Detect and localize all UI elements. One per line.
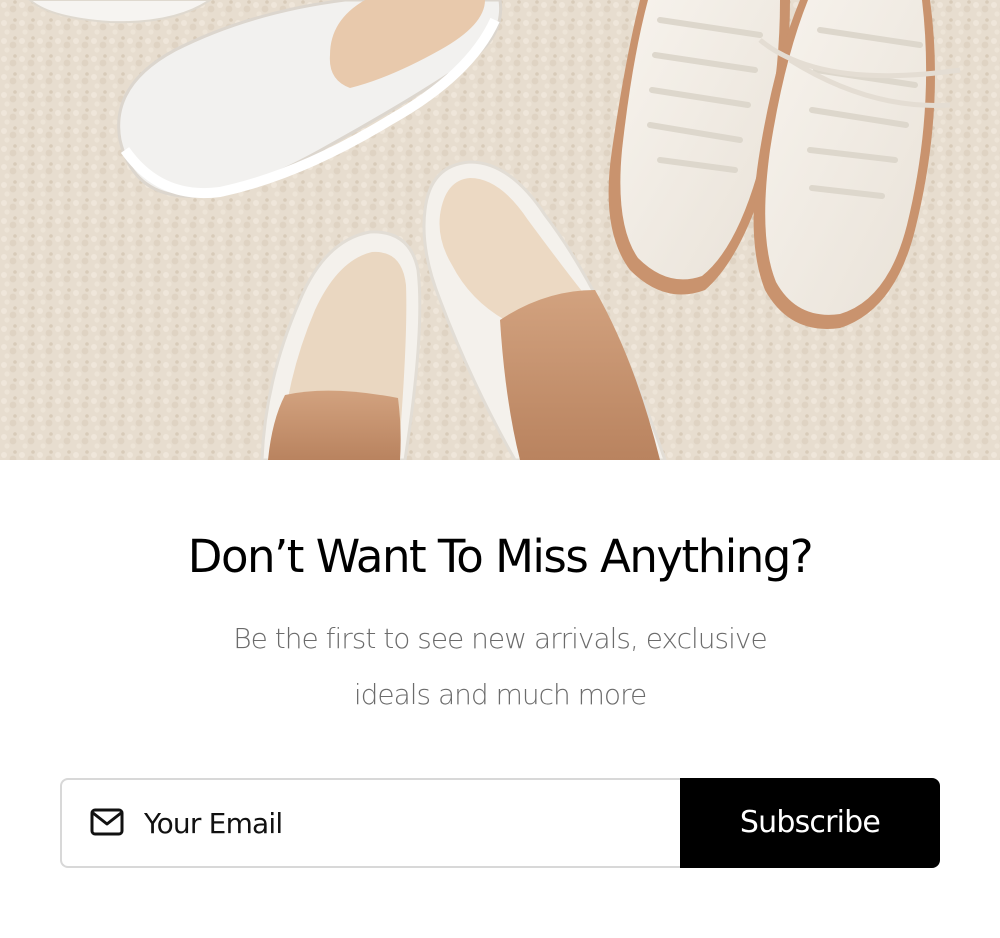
- subscribe-button[interactable]: Subscribe: [680, 778, 940, 868]
- popup-title: Don’t Want To Miss Anything?: [187, 530, 814, 583]
- popup-subtitle: Be the first to see new arrivals, exclus…: [200, 611, 800, 723]
- subtitle-line-2: ideals and much more: [353, 678, 647, 711]
- hero-image: [0, 0, 1000, 460]
- email-input[interactable]: [144, 796, 644, 852]
- shoes-on-rug-image: [0, 0, 1000, 460]
- newsletter-content: Don’t Want To Miss Anything? Be the firs…: [0, 460, 1000, 938]
- subscribe-form: Subscribe: [60, 778, 940, 868]
- email-field-container[interactable]: [60, 778, 680, 868]
- newsletter-popup: Don’t Want To Miss Anything? Be the firs…: [0, 0, 1000, 938]
- subtitle-line-1: Be the first to see new arrivals, exclus…: [233, 622, 767, 655]
- mail-icon-svg: [90, 808, 124, 836]
- mail-icon: [90, 808, 124, 836]
